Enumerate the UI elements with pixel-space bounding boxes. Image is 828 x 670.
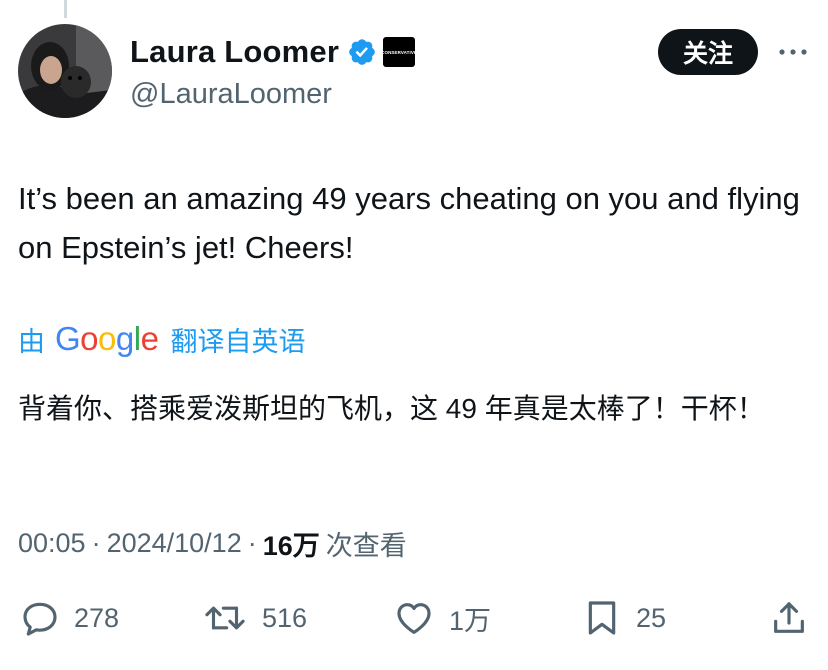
share-button[interactable] [768, 592, 810, 644]
tweet-text: It’s been an amazing 49 years cheating o… [18, 181, 800, 265]
translated-tweet-text: 背着你、搭乘爱泼斯坦的飞机，这 49 年真是太棒了！干杯！ [18, 393, 765, 424]
heart-icon [397, 603, 431, 634]
author-display-name[interactable]: Laura Loomer [130, 34, 339, 70]
repost-count: 516 [262, 602, 308, 633]
google-logo: Google [55, 320, 159, 357]
avatar[interactable] [18, 24, 112, 118]
repost-button[interactable]: 516 [202, 592, 307, 644]
follow-button[interactable]: 关注 [658, 29, 758, 75]
bookmark-count: 25 [636, 602, 667, 633]
views-count[interactable]: 16万 [263, 524, 320, 563]
more-icon[interactable] [776, 38, 810, 66]
meta-separator: · [91, 527, 101, 558]
reply-icon [23, 602, 57, 636]
author-name-row: Laura Loomer CONSERVATIVE [130, 30, 416, 74]
translated-by-google[interactable]: 由 Google 翻译自英语 [18, 316, 305, 362]
tweet-time[interactable]: 00:05 [18, 528, 86, 559]
bookmark-icon [588, 601, 616, 635]
repost-icon [205, 606, 245, 630]
meta-separator: · [247, 527, 257, 558]
reply-button[interactable]: 278 [20, 592, 119, 644]
author-handle[interactable]: @LauraLoomer [130, 78, 415, 111]
affiliate-badge[interactable]: CONSERVATIVE [383, 37, 416, 67]
tweet-meta: 00:05 · 2024/10/12 · 16万 次查看 [18, 520, 407, 566]
tweet-actions-bar: 278 516 1万 25 [0, 592, 828, 644]
reply-count: 278 [74, 602, 120, 633]
author-info: Laura Loomer CONSERVATIVE @LauraLoomer [130, 30, 416, 111]
translation-prefix: 由 [18, 326, 45, 357]
share-icon [774, 602, 804, 633]
views-label: 次查看 [325, 530, 407, 561]
like-count: 1万 [449, 605, 492, 636]
verified-badge-icon[interactable] [347, 37, 377, 67]
translation-source-label: 翻译自英语 [170, 326, 306, 357]
like-button[interactable]: 1万 [393, 592, 491, 644]
tweet-date[interactable]: 2024/10/12 [107, 528, 242, 559]
thread-connector-line [64, 0, 67, 18]
bookmark-button[interactable]: 25 [582, 592, 666, 644]
